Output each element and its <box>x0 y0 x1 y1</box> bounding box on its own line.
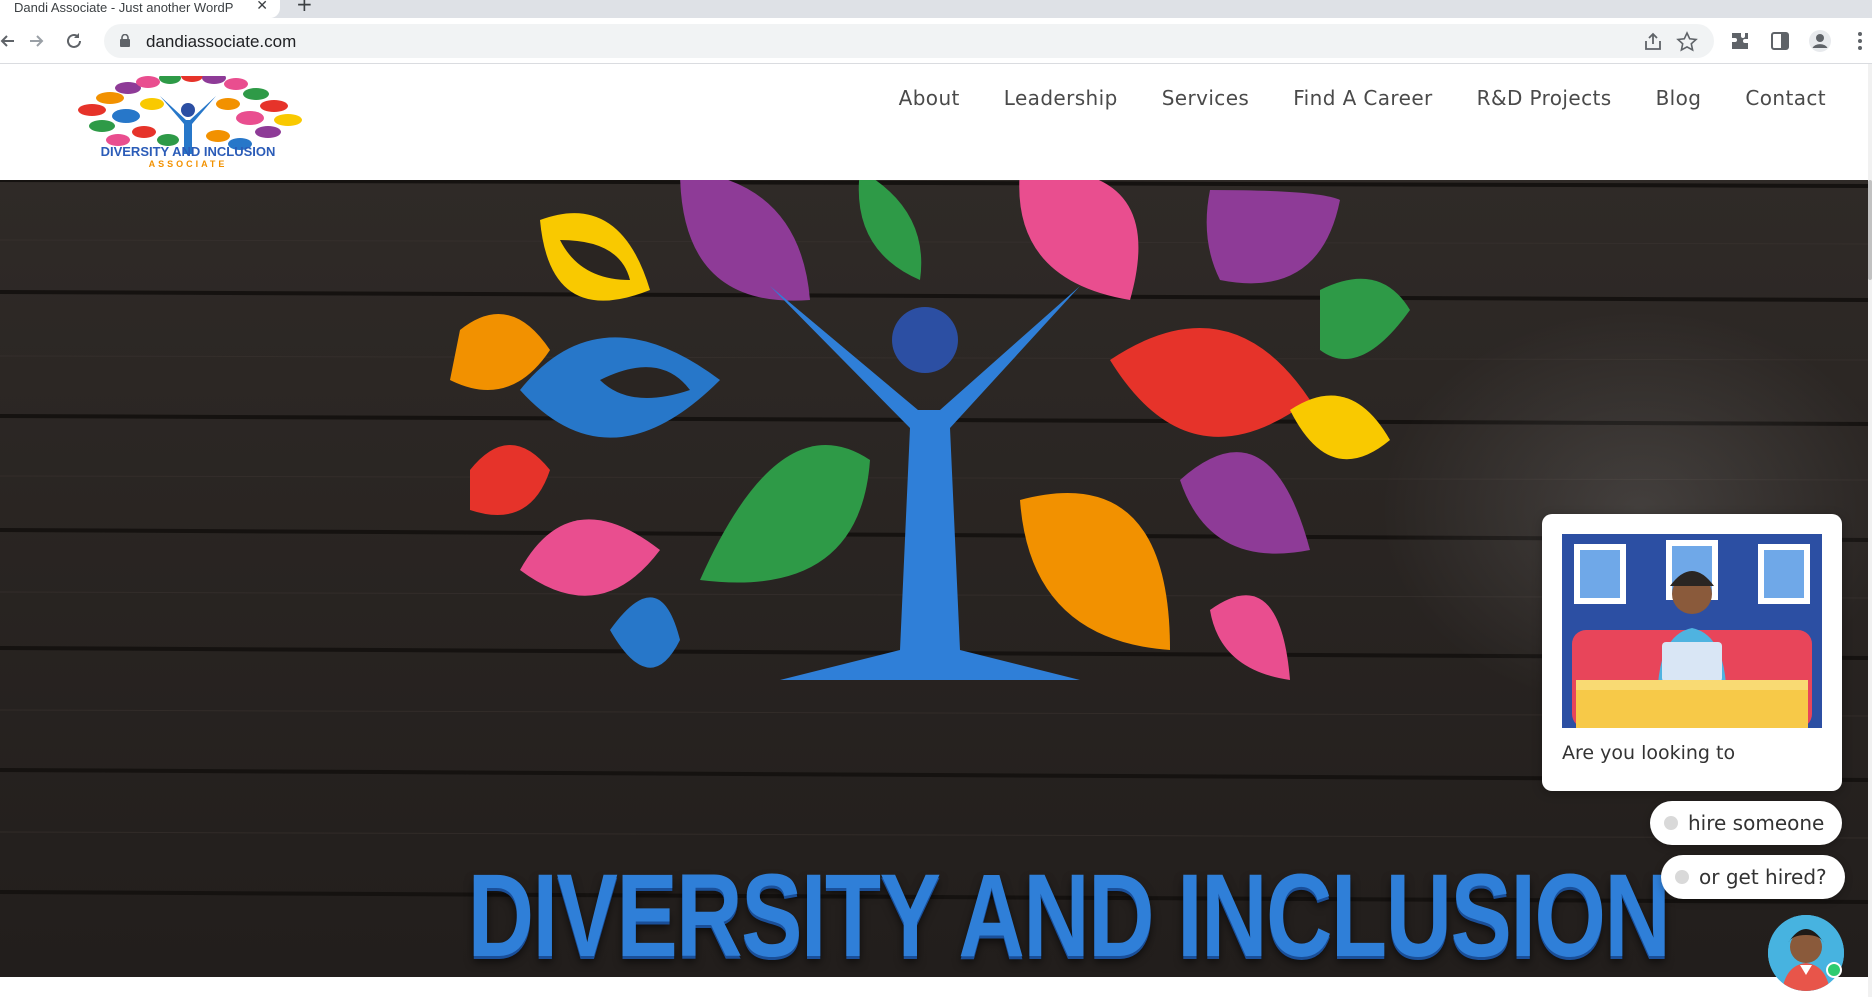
url-text: dandiassociate.com <box>146 32 297 51</box>
lock-icon <box>120 34 130 47</box>
chat-option-label: or get hired? <box>1699 865 1827 889</box>
scrollbar[interactable] <box>1868 64 1872 997</box>
radio-dot-icon <box>1664 816 1678 830</box>
browser-tab[interactable]: Dandi Associate - Just another WordPress… <box>0 0 280 18</box>
chat-illustration <box>1562 534 1822 728</box>
star-icon[interactable] <box>1676 31 1698 53</box>
reload-icon[interactable] <box>60 27 88 55</box>
main-nav: About Leadership Services Find A Career … <box>899 86 1826 110</box>
chat-prompt-card[interactable]: Are you looking to <box>1542 514 1842 791</box>
online-status-indicator <box>1826 962 1842 978</box>
address-bar[interactable]: dandiassociate.com <box>104 24 1714 58</box>
side-panel-icon[interactable] <box>1768 29 1792 53</box>
agent-avatar-icon <box>1768 915 1844 991</box>
radio-dot-icon <box>1675 870 1689 884</box>
extensions-icon[interactable] <box>1728 29 1752 53</box>
profile-icon[interactable] <box>1808 29 1832 53</box>
nav-services[interactable]: Services <box>1162 86 1250 110</box>
chat-avatar[interactable] <box>1768 915 1844 991</box>
page-bottom <box>0 977 1872 997</box>
logo-tree-icon: DIVERSITY AND INCLUSION ASSOCIATE <box>78 70 302 169</box>
close-icon[interactable]: ✕ <box>256 0 268 14</box>
nav-find-a-career[interactable]: Find A Career <box>1293 86 1432 110</box>
back-icon[interactable] <box>0 27 22 55</box>
new-tab-icon[interactable]: + <box>296 0 313 16</box>
chat-prompt-text: Are you looking to <box>1562 742 1736 764</box>
nav-contact[interactable]: Contact <box>1745 86 1826 110</box>
forward-icon[interactable] <box>22 27 50 55</box>
logo-text: DIVERSITY AND INCLUSION <box>101 144 276 159</box>
logo-subtext: ASSOCIATE <box>149 159 228 168</box>
browser-tabstrip: Dandi Associate - Just another WordPress… <box>0 0 1872 18</box>
chat-option-label: hire someone <box>1688 811 1825 835</box>
nav-leadership[interactable]: Leadership <box>1004 86 1118 110</box>
chat-option-get-hired[interactable]: or get hired? <box>1661 855 1845 899</box>
tab-title: Dandi Associate - Just another WordPress… <box>14 0 234 15</box>
scrollbar-thumb[interactable] <box>1868 180 1872 280</box>
nav-about[interactable]: About <box>899 86 960 110</box>
chat-option-hire[interactable]: hire someone <box>1650 801 1843 845</box>
site-header: DIVERSITY AND INCLUSION ASSOCIATE About … <box>0 64 1872 180</box>
share-icon[interactable] <box>1642 31 1664 53</box>
menu-icon[interactable] <box>1848 29 1872 53</box>
nav-blog[interactable]: Blog <box>1656 86 1702 110</box>
nav-rd-projects[interactable]: R&D Projects <box>1477 86 1612 110</box>
browser-toolbar: dandiassociate.com <box>0 18 1872 64</box>
hero-title: DIVERSITY AND INCLUSION <box>467 850 1671 977</box>
site-logo[interactable]: DIVERSITY AND INCLUSION ASSOCIATE <box>28 70 348 169</box>
